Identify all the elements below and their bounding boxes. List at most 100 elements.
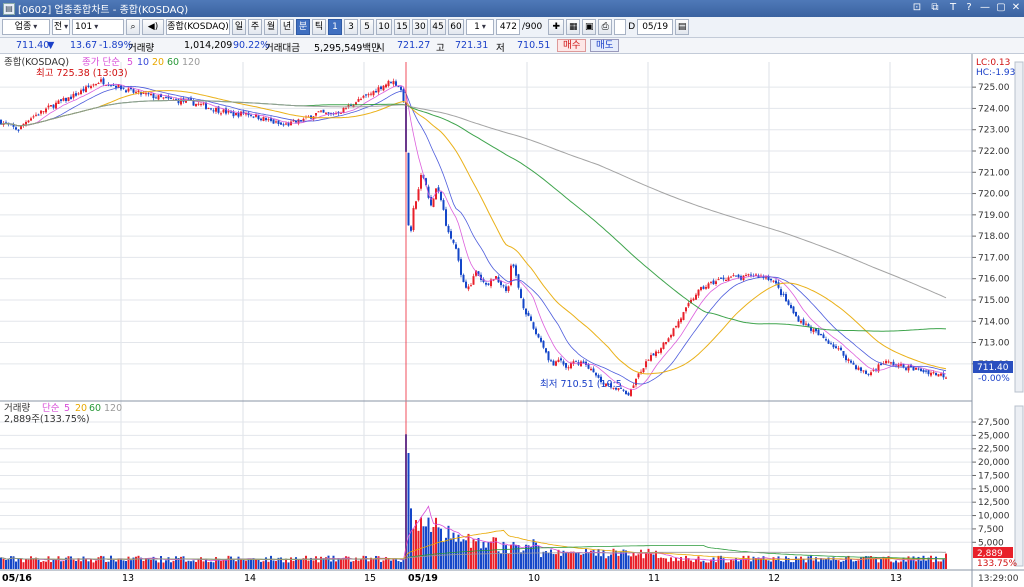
candle bbox=[857, 367, 860, 370]
volume-bar bbox=[27, 559, 30, 569]
candle bbox=[707, 283, 710, 289]
volume-bar bbox=[60, 561, 62, 569]
candle bbox=[485, 283, 487, 285]
volume-bar bbox=[362, 555, 365, 569]
candle bbox=[807, 323, 810, 327]
interval-5[interactable]: 5 bbox=[360, 19, 374, 35]
volume-bar bbox=[332, 555, 335, 569]
volume-bar bbox=[407, 453, 410, 569]
timeframe-minute[interactable]: 분 bbox=[296, 19, 310, 35]
date-checkbox[interactable] bbox=[614, 19, 627, 35]
pin-icon[interactable]: ⊡ bbox=[910, 1, 924, 15]
volume-bar bbox=[100, 555, 102, 569]
candle bbox=[692, 298, 695, 301]
search-icon[interactable]: ⌕ bbox=[126, 19, 140, 35]
volume-bar bbox=[117, 558, 120, 569]
candlestick-chart[interactable]: 725.00 724.00 723.00 722.00 721.00 720.00 719.… bbox=[0, 54, 1024, 587]
print-icon[interactable]: ⎙ bbox=[598, 19, 613, 35]
candle bbox=[152, 93, 155, 99]
tools-icon[interactable]: ✚ bbox=[548, 19, 565, 35]
timeframe-year[interactable]: 년 bbox=[280, 19, 294, 35]
volume-bar bbox=[165, 560, 167, 569]
interval-1[interactable]: 1 bbox=[328, 19, 342, 35]
font-icon[interactable]: T bbox=[946, 1, 960, 15]
candle bbox=[522, 299, 525, 309]
volume-bar bbox=[672, 561, 675, 569]
timeframe-month[interactable]: 월 bbox=[264, 19, 278, 35]
volume-bar bbox=[115, 561, 117, 569]
help-icon[interactable]: ? bbox=[962, 1, 976, 15]
candle bbox=[622, 389, 625, 391]
volume-bar bbox=[427, 517, 430, 569]
candle bbox=[52, 104, 55, 108]
candle bbox=[897, 364, 900, 367]
volume-bar bbox=[240, 559, 242, 569]
price-change: 13.67 bbox=[70, 40, 98, 51]
interval-10[interactable]: 10 bbox=[376, 19, 392, 35]
price-tick-label: 722.00 bbox=[978, 147, 1010, 157]
buy-button[interactable]: 매수 bbox=[557, 39, 587, 52]
interval-60[interactable]: 60 bbox=[448, 19, 464, 35]
interval-30[interactable]: 30 bbox=[412, 19, 428, 35]
count-select[interactable]: 1 bbox=[466, 19, 494, 35]
volume-bar bbox=[670, 557, 672, 569]
candle bbox=[220, 113, 222, 115]
candle bbox=[937, 374, 940, 377]
price-scrollbar[interactable] bbox=[1014, 61, 1024, 393]
code-input[interactable]: 101 bbox=[72, 19, 124, 35]
candle bbox=[345, 108, 347, 110]
x-label-12: 12 bbox=[768, 573, 780, 584]
candle bbox=[525, 308, 527, 315]
timeframe-week[interactable]: 주 bbox=[248, 19, 262, 35]
period-select[interactable]: 전 bbox=[52, 19, 70, 35]
volume-bar bbox=[282, 562, 285, 569]
volume-bar bbox=[842, 560, 845, 569]
chart-icon[interactable]: ▦ bbox=[566, 19, 581, 35]
candle bbox=[552, 360, 555, 366]
candle bbox=[932, 372, 935, 374]
candle bbox=[372, 91, 375, 96]
count-input[interactable]: 472 bbox=[496, 19, 520, 35]
close-icon[interactable]: ✕ bbox=[1009, 1, 1023, 15]
volume-bar bbox=[232, 559, 235, 569]
interval-3[interactable]: 3 bbox=[344, 19, 358, 35]
minimize-icon[interactable]: — bbox=[978, 1, 992, 15]
chart-area[interactable]: 725.00 724.00 723.00 722.00 721.00 720.00 719.… bbox=[0, 54, 1024, 587]
candle bbox=[532, 322, 535, 329]
candle bbox=[540, 337, 542, 342]
market-select[interactable]: 업종 bbox=[2, 19, 50, 35]
link-icon[interactable]: ⧉ bbox=[928, 1, 942, 15]
date-input[interactable]: 05/19 bbox=[637, 19, 674, 35]
maximize-icon[interactable]: ▢ bbox=[994, 1, 1008, 15]
volume-bar bbox=[550, 549, 552, 569]
candle bbox=[730, 276, 732, 278]
calendar-icon[interactable]: ▤ bbox=[675, 19, 690, 35]
volume-bar bbox=[807, 556, 810, 569]
candle bbox=[860, 367, 862, 371]
interval-45[interactable]: 45 bbox=[430, 19, 446, 35]
candle bbox=[845, 355, 847, 361]
sell-button[interactable]: 매도 bbox=[590, 39, 620, 52]
volume-bar bbox=[125, 560, 127, 569]
volume-scrollbar[interactable] bbox=[1014, 405, 1024, 567]
volume-bar bbox=[810, 555, 812, 569]
volume-bar bbox=[255, 559, 257, 569]
timeframe-day[interactable]: 일 bbox=[232, 19, 246, 35]
candle bbox=[675, 326, 677, 328]
candle bbox=[210, 108, 212, 110]
sound-icon[interactable]: ◀) bbox=[142, 19, 164, 35]
candle bbox=[265, 118, 267, 121]
title-bar: ▤ [0602] 업종종합차트 - 종합(KOSDAQ) ⊡ ⧉ T ? — ▢… bbox=[0, 0, 1024, 17]
candle bbox=[590, 368, 592, 371]
volume-tick-label: 12,500 bbox=[978, 498, 1010, 508]
candle bbox=[832, 344, 835, 348]
volume-bar bbox=[270, 555, 272, 569]
volume-bar bbox=[170, 562, 172, 569]
interval-15[interactable]: 15 bbox=[394, 19, 410, 35]
save-icon[interactable]: ▣ bbox=[582, 19, 597, 35]
candle bbox=[715, 281, 717, 284]
timeframe-tick[interactable]: 틱 bbox=[312, 19, 326, 35]
high-label: 고 bbox=[436, 43, 445, 54]
candle bbox=[500, 281, 502, 286]
date-label: D bbox=[628, 22, 636, 32]
